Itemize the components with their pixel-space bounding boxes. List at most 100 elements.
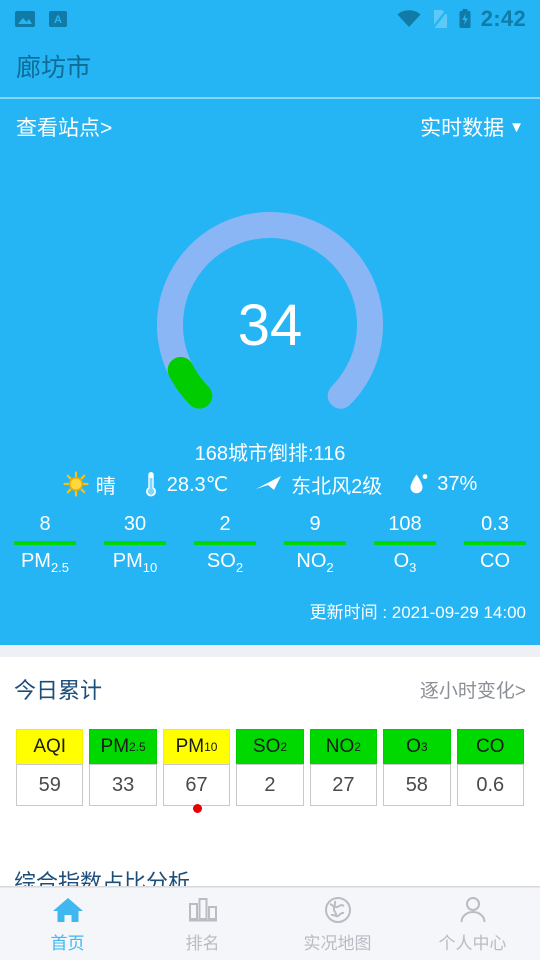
table-value-cell: 59 [16, 764, 84, 806]
nav-item-home[interactable]: 首页 [0, 888, 135, 960]
pollutant-name: PM2.5 [20, 550, 70, 575]
pollutant-level-bar [374, 541, 436, 545]
table-value-cell: 58 [383, 764, 451, 806]
section-gap [0, 645, 540, 657]
svg-text:A: A [54, 14, 62, 26]
page-title: 廊坊市 [16, 54, 92, 82]
table-column[interactable]: AQI 59 [16, 729, 84, 806]
bar-chart-icon [188, 897, 217, 921]
pollutant-value: 108 [388, 513, 422, 535]
table-header-cell: PM 2.5 [89, 729, 157, 764]
table-column[interactable]: PM 2.5 33 [89, 729, 157, 806]
status-bar-right-icons: 2:42 [396, 8, 526, 30]
pollutant-level-bar [14, 541, 76, 545]
pollutant-name: PM10 [112, 550, 158, 575]
pollutant-name: CO [480, 550, 510, 572]
pollutant-name: NO2 [296, 550, 334, 575]
pollutant-name: SO2 [206, 550, 244, 575]
city-rank-text: 168城市倒排:116 [194, 443, 346, 465]
update-time-text: 更新时间 : 2021-09-29 14:00 [309, 603, 526, 622]
sim-card-off-icon [431, 9, 448, 29]
table-column[interactable]: PM 10 67 [162, 729, 231, 806]
weather-temperature-text: 28.3℃ [166, 473, 229, 496]
table-value-cell: 33 [89, 764, 157, 806]
pollutant-value: 30 [123, 513, 147, 535]
table-value-cell: 67 [162, 764, 231, 806]
carousel-page-dot[interactable] [193, 804, 202, 813]
nav-item-live-map[interactable]: 实况地图 [270, 888, 405, 960]
table-column[interactable]: NO 2 27 [309, 729, 378, 806]
pollutant-value: 0.3 [481, 513, 509, 535]
nav-item-ranking[interactable]: 排名 [135, 888, 270, 960]
table-column[interactable]: CO 0.6 [456, 729, 524, 806]
nav-label-live-map: 实况地图 [303, 933, 372, 953]
table-value-cell: 0.6 [456, 764, 524, 806]
aqi-header-panel: A 2:42 廊坊市 查看站点> 实时数据 ▼ 34 168城市倒排:116 晴… [0, 0, 540, 645]
pollutant-item[interactable]: 2 SO2 [180, 512, 270, 576]
pollutant-item[interactable]: 0.3 CO [450, 512, 540, 576]
chevron-down-icon: ▼ [509, 118, 524, 136]
battery-charging-icon [459, 9, 471, 28]
pollutant-strip: 8 PM2.5 30 PM10 2 SO2 9 NO2 108 O3 0.3 C… [0, 512, 540, 578]
pollutant-name: O3 [393, 550, 417, 575]
thermometer-icon [145, 472, 156, 497]
pollutant-value: 2 [219, 513, 231, 535]
weather-condition: 晴 [63, 470, 116, 499]
image-icon [15, 11, 35, 27]
pollutant-level-bar [194, 541, 256, 545]
pollutant-level-bar [464, 541, 526, 545]
data-mode-selector[interactable]: 实时数据 ▼ [420, 112, 524, 142]
today-card-header: 今日累计 逐小时变化> [0, 669, 540, 709]
data-mode-label: 实时数据 [420, 117, 505, 140]
pollutant-item[interactable]: 108 O3 [360, 512, 450, 576]
table-header-cell: NO 2 [309, 729, 378, 764]
table-header-cell: O3 [383, 729, 451, 764]
status-bar: A 2:42 [0, 0, 540, 38]
wind-icon [256, 476, 282, 490]
weather-condition-text: 晴 [95, 475, 116, 498]
pollutant-item[interactable]: 8 PM2.5 [0, 512, 90, 576]
table-header-cell: SO 2 [236, 729, 304, 764]
pollutant-level-bar [284, 541, 346, 545]
today-summary-card: 今日累计 逐小时变化> AQI 59 PM 2.5 33 PM 10 67 SO 2 … [0, 657, 540, 817]
pollutant-value: 9 [309, 513, 321, 535]
table-column[interactable]: SO 2 2 [236, 729, 304, 806]
status-bar-left-icons: A [14, 8, 68, 30]
home-icon [52, 897, 83, 922]
nav-label-ranking: 排名 [185, 933, 220, 953]
table-header-cell: PM 10 [162, 729, 231, 764]
pollutant-item[interactable]: 9 NO2 [270, 512, 360, 576]
weather-humidity-text: 37% [437, 472, 478, 495]
bottom-navigation: 首页 排名 实况地图 个人中心 [0, 887, 540, 960]
table-header-cell: AQI [16, 729, 84, 764]
nav-label-profile: 个人中心 [438, 933, 507, 953]
sun-icon [63, 471, 89, 497]
table-header-cell: CO [456, 729, 524, 764]
aqi-value: 34 [237, 293, 303, 358]
hourly-change-link[interactable]: 逐小时变化> [420, 676, 526, 703]
table-value-cell: 2 [236, 764, 304, 806]
weather-wind-text: 东北风2级 [291, 475, 383, 498]
status-bar-clock: 2:42 [480, 6, 526, 31]
nav-label-home: 首页 [50, 933, 85, 953]
nav-item-profile[interactable]: 个人中心 [405, 888, 540, 960]
view-stations-link[interactable]: 查看站点> [16, 112, 112, 142]
app-root: A 2:42 廊坊市 查看站点> 实时数据 ▼ 34 168城市倒排:116 晴… [0, 0, 540, 960]
header-subbar: 查看站点> 实时数据 ▼ [0, 99, 540, 155]
humidity-drop-icon [410, 474, 428, 494]
pollutant-item[interactable]: 30 PM10 [90, 512, 180, 576]
weather-row: 晴 28.3℃ 东北风2级 37% [0, 468, 540, 500]
person-icon [460, 896, 485, 922]
today-card-title: 今日累计 [14, 678, 103, 703]
weather-wind: 东北风2级 [254, 470, 382, 499]
weather-humidity: 37% [408, 471, 477, 497]
gauge-progress [167, 357, 213, 409]
table-column[interactable]: O3 58 [383, 729, 451, 806]
pollutant-level-bar [104, 541, 166, 545]
app-a-icon: A [49, 11, 67, 27]
table-value-cell: 27 [309, 764, 378, 806]
weather-temperature: 28.3℃ [142, 470, 228, 498]
pollutant-value: 8 [39, 513, 51, 535]
aqi-gauge: 34 [0, 205, 540, 435]
globe-icon [324, 896, 351, 923]
